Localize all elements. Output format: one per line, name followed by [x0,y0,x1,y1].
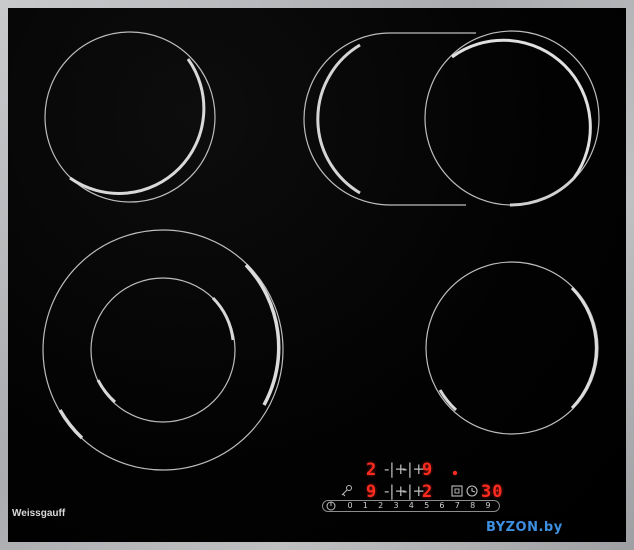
zone-select-icon[interactable] [451,485,463,497]
slider-value-0[interactable]: 0 [343,501,357,511]
timer-clock-icon[interactable] [466,485,478,497]
rear-zone-level-left: 2 [366,460,378,480]
slider-value-8[interactable]: 8 [466,501,480,511]
watermark: BYZON.by [486,520,563,535]
brand-logo: Weissgauff [12,508,66,519]
key-lock-icon[interactable] [341,485,352,497]
zone-front-left [42,229,284,471]
slider-value-5[interactable]: 5 [420,501,434,511]
slider-value-1[interactable]: 1 [358,501,372,511]
slider-value-4[interactable]: 4 [404,501,418,511]
indicator-dot-icon [452,470,458,476]
front-zone-level-left: 9 [366,482,378,502]
zone-front-right [425,261,599,435]
timer-display: 30 [481,482,504,502]
slider-value-6[interactable]: 6 [435,501,449,511]
slider-value-2[interactable]: 2 [374,501,388,511]
slider-value-7[interactable]: 7 [450,501,464,511]
zone-rear-right [303,30,600,207]
slider-value-9[interactable]: 9 [481,501,495,511]
zone-rear-left [44,31,216,203]
power-slider-scale[interactable]: 0 1 2 3 4 5 6 7 8 9 [343,501,495,511]
cooking-zones [42,30,600,511]
slider-value-3[interactable]: 3 [389,501,403,511]
rear-zone-level-right: 9 [422,460,434,480]
front-zone-level-right: 2 [422,482,434,502]
